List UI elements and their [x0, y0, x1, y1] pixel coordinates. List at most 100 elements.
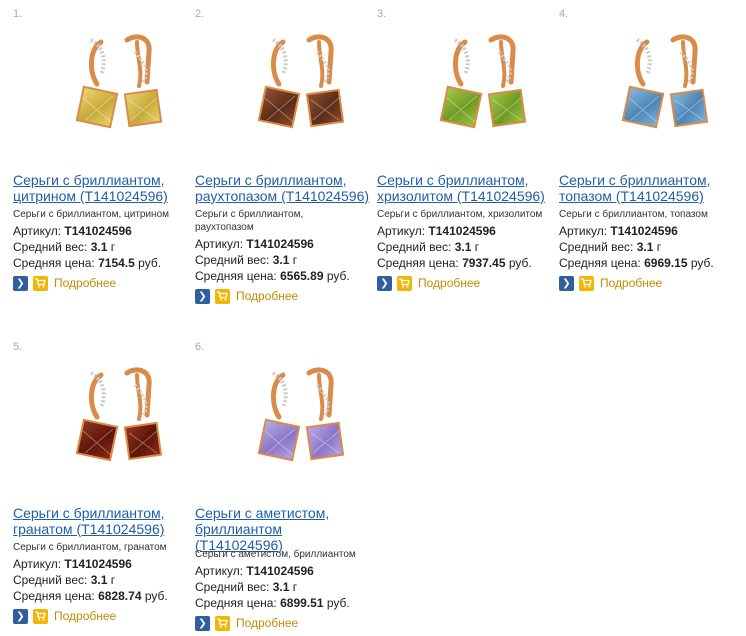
product-photo[interactable]: [221, 345, 371, 493]
product-photo[interactable]: [221, 12, 371, 160]
article-value: T141024596: [610, 224, 678, 238]
product-index: 6.: [195, 341, 205, 353]
product-photo[interactable]: [403, 12, 553, 160]
arrow-right-icon[interactable]: ❯: [195, 615, 210, 631]
cart-icon[interactable]: [215, 615, 230, 631]
price-value: 7937.45: [462, 256, 506, 270]
product-index: 4.: [559, 8, 569, 20]
weight-row: Средний вес: 3.1 г: [559, 239, 741, 255]
article-label: Артикул:: [377, 224, 426, 238]
product-info: Серьги с аметистом, бриллиантом Артикул:…: [195, 548, 377, 611]
product-title-link[interactable]: Серьги с бриллиантом, хризолитом (T14102…: [377, 172, 559, 204]
arrow-right-icon[interactable]: ❯: [195, 288, 210, 304]
price-value: 6899.51: [280, 596, 324, 610]
product-card: 3. Серьги с бриллиантом, хризолитом (T14…: [377, 8, 557, 308]
weight-value: 3.1: [90, 240, 108, 254]
article-row: Артикул: T141024596: [13, 223, 195, 239]
article-label: Артикул:: [13, 557, 62, 571]
cart-icon[interactable]: [33, 608, 48, 624]
more-details-link[interactable]: Подробнее: [236, 289, 298, 303]
product-info: Серьги с бриллиантом, раухтопазом Артику…: [195, 208, 377, 284]
price-row: Средняя цена: 6899.51 руб.: [195, 595, 377, 611]
weight-value: 3.1: [636, 240, 654, 254]
price-row: Средняя цена: 6828.74 руб.: [13, 588, 195, 604]
weight-label: Средний вес:: [13, 240, 88, 254]
weight-label: Средний вес:: [377, 240, 452, 254]
more-details-link[interactable]: Подробнее: [418, 276, 480, 290]
product-photo[interactable]: [585, 12, 735, 160]
more-details-link[interactable]: Подробнее: [54, 609, 116, 623]
article-value: T141024596: [64, 557, 132, 571]
product-title-link[interactable]: Серьги с бриллиантом, цитрином (T1410245…: [13, 172, 195, 204]
weight-label: Средний вес:: [195, 253, 270, 267]
weight-unit: г: [292, 253, 298, 267]
article-row: Артикул: T141024596: [377, 223, 559, 239]
title-line: бриллиантом: [195, 521, 282, 537]
cart-icon[interactable]: [579, 275, 594, 291]
product-index: 2.: [195, 8, 205, 20]
arrow-right-icon[interactable]: ❯: [377, 275, 392, 291]
product-actions: ❯ Подробнее: [195, 288, 298, 304]
weight-value: 3.1: [272, 580, 290, 594]
arrow-right-icon[interactable]: ❯: [13, 608, 28, 624]
title-line: Серьги с бриллиантом,: [377, 172, 529, 188]
title-line: цитрином (T141024596): [13, 188, 168, 204]
product-card: 2. Серьги с бриллиантом, раухтопазом (T1…: [195, 8, 375, 308]
weight-label: Средний вес:: [13, 573, 88, 587]
title-line: раухтопазом (T141024596): [195, 188, 370, 204]
product-description: Серьги с бриллиантом, топазом: [559, 209, 708, 220]
price-value: 7154.5: [98, 256, 135, 270]
price-row: Средняя цена: 7154.5 руб.: [13, 255, 195, 271]
article-value: T141024596: [246, 237, 314, 251]
product-photo[interactable]: [39, 12, 189, 160]
title-line: Серьги с аметистом,: [195, 505, 330, 521]
price-row: Средняя цена: 6969.15 руб.: [559, 255, 741, 271]
cart-icon[interactable]: [215, 288, 230, 304]
currency: руб.: [690, 256, 714, 270]
more-details-link[interactable]: Подробнее: [236, 616, 298, 630]
article-value: T141024596: [246, 564, 314, 578]
weight-unit: г: [110, 240, 116, 254]
product-actions: ❯ Подробнее: [13, 608, 116, 624]
weight-unit: г: [110, 573, 116, 587]
more-details-link[interactable]: Подробнее: [600, 276, 662, 290]
product-title-link[interactable]: Серьги с бриллиантом, раухтопазом (T1410…: [195, 172, 377, 204]
article-row: Артикул: T141024596: [559, 223, 741, 239]
currency: руб.: [326, 596, 350, 610]
price-label: Средняя цена:: [13, 256, 95, 270]
product-info: Серьги с бриллиантом, гранатом Артикул: …: [13, 541, 195, 604]
article-label: Артикул:: [195, 564, 244, 578]
product-card: 6. Серьги с аметистом, бриллиантом (T141…: [195, 341, 375, 636]
weight-row: Средний вес: 3.1 г: [13, 239, 195, 255]
weight-unit: г: [474, 240, 480, 254]
product-photo[interactable]: [39, 345, 189, 493]
price-label: Средняя цена:: [377, 256, 459, 270]
price-label: Средняя цена:: [195, 269, 277, 283]
cart-icon[interactable]: [33, 275, 48, 291]
article-row: Артикул: T141024596: [13, 556, 195, 572]
product-title-link[interactable]: Серьги с аметистом, бриллиантом (T141024…: [195, 505, 377, 553]
arrow-right-icon[interactable]: ❯: [559, 275, 574, 291]
price-value: 6828.74: [98, 589, 142, 603]
arrow-right-icon[interactable]: ❯: [13, 275, 28, 291]
product-info: Серьги с бриллиантом, цитрином Артикул: …: [13, 208, 195, 271]
article-row: Артикул: T141024596: [195, 236, 377, 252]
price-value: 6969.15: [644, 256, 688, 270]
product-title-link[interactable]: Серьги с бриллиантом, топазом (T14102459…: [559, 172, 741, 204]
article-label: Артикул:: [559, 224, 608, 238]
price-row: Средняя цена: 6565.89 руб.: [195, 268, 377, 284]
product-card: 1. Серьги с бриллиантом, цитрином (T1410…: [13, 8, 193, 308]
product-actions: ❯ Подробнее: [13, 275, 116, 291]
more-details-link[interactable]: Подробнее: [54, 276, 116, 290]
product-description: Серьги с аметистом, бриллиантом: [195, 549, 356, 560]
product-info: Серьги с бриллиантом, хризолитом Артикул…: [377, 208, 559, 271]
product-actions: ❯ Подробнее: [377, 275, 480, 291]
cart-icon[interactable]: [397, 275, 412, 291]
product-actions: ❯ Подробнее: [559, 275, 662, 291]
product-title-link[interactable]: Серьги с бриллиантом, гранатом (T1410245…: [13, 505, 195, 537]
title-line: гранатом (T141024596): [13, 521, 165, 537]
weight-row: Средний вес: 3.1 г: [195, 579, 377, 595]
product-card: 5. Серьги с бриллиантом, гранатом (T1410…: [13, 341, 193, 636]
article-label: Артикул:: [13, 224, 62, 238]
weight-value: 3.1: [272, 253, 290, 267]
